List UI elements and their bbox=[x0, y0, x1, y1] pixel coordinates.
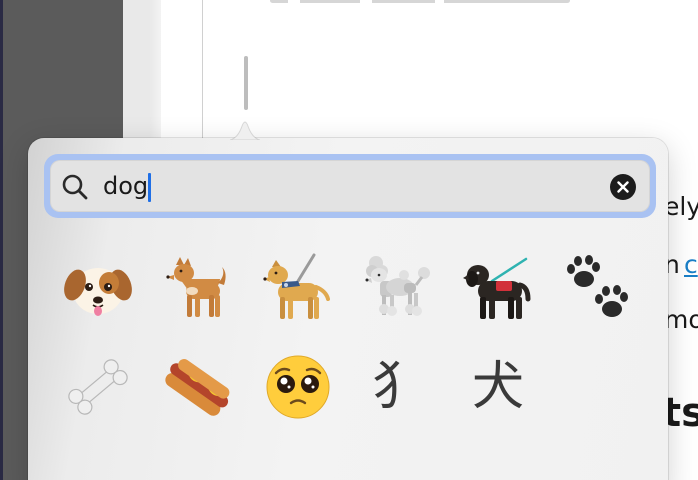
clear-icon bbox=[617, 181, 629, 193]
dog-face-emoji[interactable] bbox=[48, 240, 148, 338]
document-text-fragment: mo bbox=[664, 305, 698, 334]
radical-dog-glyph-text: 犭 bbox=[371, 357, 424, 417]
pleading-face-emoji[interactable] bbox=[248, 338, 348, 436]
kanji-dog-glyph-text: 犬 bbox=[471, 357, 524, 417]
dog-face-icon bbox=[64, 268, 132, 316]
emoji-results-grid: 犭 犬 bbox=[48, 240, 648, 440]
paw-prints-emoji[interactable] bbox=[548, 240, 648, 338]
guide-dog-emoji[interactable] bbox=[248, 240, 348, 338]
document-text-fragment: ely bbox=[664, 192, 698, 221]
popover-arrow bbox=[230, 121, 260, 140]
service-dog-emoji[interactable] bbox=[448, 240, 548, 338]
paw-prints-icon bbox=[567, 255, 628, 317]
document-insertion-point bbox=[244, 56, 248, 110]
text-cursor bbox=[148, 173, 151, 202]
document-link[interactable]: c bbox=[684, 250, 698, 279]
guide-dog-icon bbox=[263, 253, 330, 319]
bone-emoji[interactable] bbox=[48, 338, 148, 436]
poodle-icon bbox=[365, 256, 430, 316]
document-margin-rule bbox=[202, 0, 203, 140]
pleading-face-icon bbox=[266, 355, 330, 419]
hot-dog-emoji[interactable] bbox=[148, 338, 248, 436]
poodle-emoji[interactable] bbox=[348, 240, 448, 338]
dog-emoji[interactable] bbox=[148, 240, 248, 338]
kanji-dog-glyph[interactable]: 犬 bbox=[448, 338, 548, 436]
search-icon bbox=[62, 174, 88, 200]
clear-search-button[interactable] bbox=[610, 174, 636, 200]
hot-dog-icon bbox=[165, 359, 230, 416]
search-input[interactable] bbox=[103, 168, 583, 204]
dog-icon bbox=[166, 257, 226, 317]
background-edge bbox=[0, 0, 3, 480]
service-dog-icon bbox=[463, 257, 531, 319]
bone-icon bbox=[68, 359, 128, 415]
document-cutoff-text-line bbox=[270, 0, 570, 3]
radical-dog-glyph[interactable]: 犭 bbox=[348, 338, 448, 436]
